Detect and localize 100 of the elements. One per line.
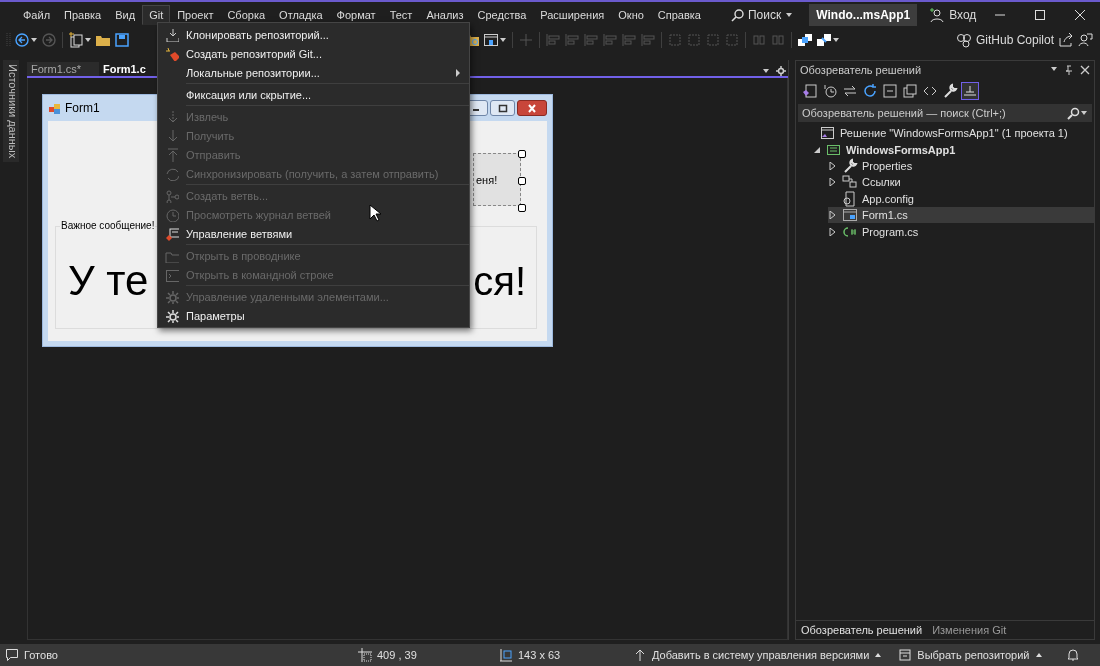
tree-item[interactable]: App.config [828,190,1094,207]
new-project-icon[interactable] [68,32,84,48]
refresh-icon[interactable] [862,83,878,99]
gear-icon [165,308,179,323]
status-text: 409 , 39 [377,649,417,661]
panel-tab[interactable]: Изменения Git [927,622,1012,638]
item-label: Properties [862,159,913,172]
wrench-icon[interactable] [942,83,958,99]
form-title: Form1 [65,101,100,115]
caret-icon[interactable] [30,36,38,44]
gear-icon[interactable] [776,66,786,76]
caret-up-icon [1034,651,1043,659]
side-panel-tab[interactable]: Источники данных [3,60,19,163]
menu-item[interactable]: Анализ [419,5,471,25]
status-text: 143 x 63 [518,649,561,661]
references-icon [842,174,858,191]
menu-item[interactable]: Управление ветвями [158,224,469,243]
collapse-icon[interactable] [882,83,898,99]
submenu-arrow-icon [456,68,461,77]
form-button[interactable]: еня! [473,153,521,206]
manage-branches-icon [165,226,179,241]
dropdown-icon[interactable] [1050,65,1058,73]
search-icon[interactable] [1067,106,1080,120]
menu-item[interactable]: Сборка [220,5,273,25]
group-label: Важное сообщение! [60,220,156,231]
send-to-back-icon[interactable] [816,32,832,48]
form-file-icon [842,207,858,224]
dropdown-icon[interactable] [762,67,770,75]
menu-item[interactable]: Проект [170,5,221,25]
resize-handle[interactable] [518,150,526,158]
menu-item[interactable]: Создать репозиторий Git... [158,44,469,63]
menu-item[interactable]: Параметры [158,306,469,325]
sync-arrows-icon[interactable] [842,83,858,99]
collapsed-icon[interactable] [829,161,837,170]
resize-handle[interactable] [518,177,526,185]
solution-name: Windo...msApp1 [809,4,918,26]
menu-item[interactable]: Средства [470,5,534,25]
document-tab[interactable]: Form1.cs* [27,62,99,76]
menu-item[interactable]: Правка [57,5,109,25]
form-icon [48,101,61,115]
item-label: Ссылки [862,176,901,189]
collapsed-icon[interactable] [829,227,837,236]
menu-item[interactable]: Фиксация или скрытие... [158,85,469,104]
caret-icon[interactable] [84,36,92,44]
menu-item[interactable]: Окно [611,5,651,25]
collapsed-icon[interactable] [829,211,837,220]
pin-icon[interactable] [1064,65,1074,75]
menu-item[interactable]: Тест [382,5,420,25]
terminal-icon [165,267,179,282]
bell-icon[interactable] [1066,648,1080,662]
close-icon[interactable] [1074,9,1087,21]
tree-item[interactable]: WindowsFormsApp1 [812,141,1094,158]
tree-item[interactable]: Properties [828,157,1094,175]
maximize-icon[interactable] [497,103,508,113]
status-button[interactable]: Добавить в систему управления версиями [629,646,887,664]
bring-to-front-icon[interactable] [797,32,813,48]
search-field[interactable]: Обозреватель решений — поиск (Ctrl+;) [798,104,1092,122]
person-plus-icon [929,7,946,23]
save-icon[interactable] [114,32,130,48]
resize-handle[interactable] [518,204,526,212]
history-icon[interactable] [822,83,838,99]
expanded-icon[interactable] [813,145,821,154]
menu-item[interactable]: Клонировать репозиторий... [158,25,469,44]
copilot-button[interactable]: GitHub Copilot [953,30,1056,50]
arrow-up-icon [165,147,179,162]
menu-item[interactable]: Отладка [272,5,330,25]
menu-item[interactable]: Формат [329,5,383,25]
window-icon[interactable] [483,32,499,48]
tree-item[interactable]: Ссылки [828,174,1094,191]
status-button[interactable]: Выбрать репозиторий [894,646,1047,664]
menu-item[interactable]: Git [142,5,171,25]
share-icon[interactable] [1058,32,1074,48]
tree-item[interactable]: Form1.cs [828,206,1094,224]
solution-icon [820,125,836,142]
download-icon [165,27,179,42]
arrow-up-icon [633,648,647,662]
sign-in-button[interactable]: Вход [925,5,981,25]
caret-icon [785,11,794,19]
close-icon[interactable] [1080,65,1090,75]
vs-switch-icon[interactable] [802,83,818,99]
menu-item[interactable]: Файл [16,5,58,25]
menu-item[interactable]: Расширения [533,5,612,25]
caret-icon[interactable] [832,36,840,44]
branch-icon [165,188,179,203]
caret-icon[interactable] [499,36,507,44]
menu-item[interactable]: Локальные репозитории... [158,63,469,82]
copy-icon[interactable] [902,83,918,99]
caret-icon[interactable] [1080,109,1088,117]
new-repo-icon [165,46,179,61]
menu-item[interactable]: Вид [108,5,143,25]
search-button[interactable]: Поиск [724,5,800,25]
menu-item[interactable]: Справка [650,5,708,25]
big-label: ся! [473,259,526,304]
tree-item[interactable]: Program.cs [828,223,1094,240]
back-icon[interactable] [14,32,30,48]
collapsed-icon[interactable] [829,178,837,187]
tree-item[interactable]: Решение "WindowsFormsApp1" (1 проекта 1) [796,125,1094,142]
caret-up-icon [874,651,883,659]
item-label: WindowsFormsApp1 [846,143,956,156]
feedback-icon[interactable] [1077,32,1093,48]
